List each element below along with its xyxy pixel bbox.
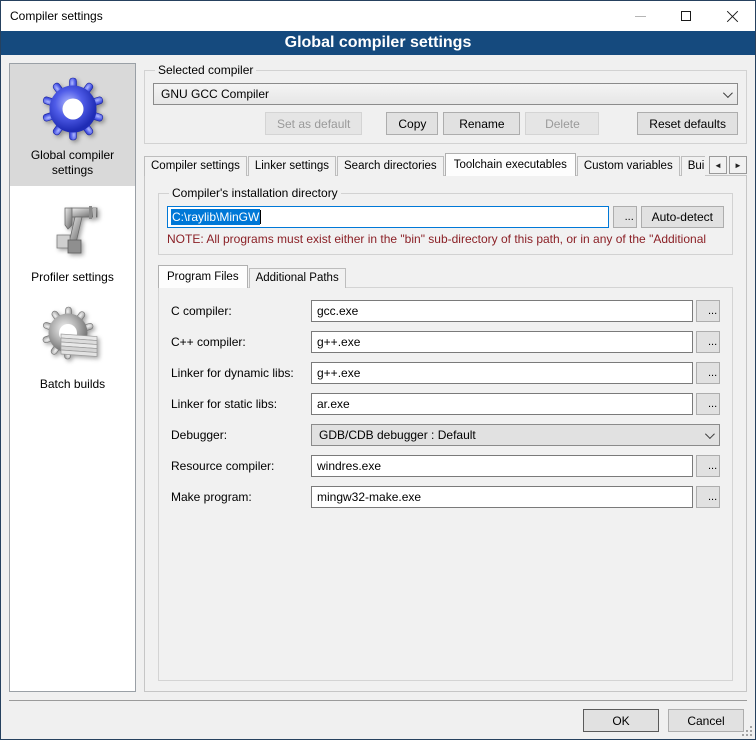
tab-compiler-settings[interactable]: Compiler settings [144, 156, 247, 176]
install-dir-input[interactable]: C:\raylib\MinGW [167, 206, 609, 228]
auto-detect-button[interactable]: Auto-detect [641, 206, 724, 228]
caliper-icon [41, 199, 105, 263]
field-label: C++ compiler: [171, 335, 311, 349]
sidebar-item-profiler-settings[interactable]: Profiler settings [10, 186, 135, 293]
sidebar-item-global-compiler-settings[interactable]: Global compiler settings [10, 64, 135, 186]
ok-button[interactable]: OK [583, 709, 659, 732]
page-title: Global compiler settings [1, 31, 755, 55]
compiler-settings-dialog: Compiler settings Global compiler settin… [0, 0, 756, 740]
c-compiler-input[interactable] [311, 300, 693, 322]
text-caret [260, 210, 261, 224]
settings-tabstrip: Compiler settings Linker settings Search… [144, 152, 747, 176]
footer: OK Cancel [1, 701, 755, 740]
program-files-page: C compiler: ... C++ compiler: ... Linker… [158, 287, 733, 681]
minimize-icon [635, 16, 646, 17]
sidebar-item-label: Profiler settings [15, 270, 130, 285]
install-dir-legend: Compiler's installation directory [169, 186, 341, 200]
form-row-cpp-compiler: C++ compiler: ... [171, 331, 720, 353]
debugger-select[interactable]: GDB/CDB debugger : Default [311, 424, 720, 446]
form-row-static-linker: Linker for static libs: ... [171, 393, 720, 415]
field-label: C compiler: [171, 304, 311, 318]
tab-scroll-left-button[interactable]: ◄ [709, 156, 727, 174]
cancel-button[interactable]: Cancel [668, 709, 744, 732]
set-as-default-button[interactable]: Set as default [265, 112, 362, 135]
settings-sidebar: Global compiler settings [9, 63, 136, 692]
tab-additional-paths[interactable]: Additional Paths [249, 268, 346, 288]
gray-gear-stack-icon [41, 306, 105, 370]
form-row-make-program: Make program: ... [171, 486, 720, 508]
window-controls [617, 1, 755, 31]
resize-grip[interactable] [750, 734, 752, 736]
install-dir-row: C:\raylib\MinGW ... Auto-detect [167, 206, 724, 228]
delete-button[interactable]: Delete [525, 112, 599, 135]
tab-scroll-right-button[interactable]: ► [729, 156, 747, 174]
form-row-debugger: Debugger: GDB/CDB debugger : Default [171, 424, 720, 446]
field-label: Linker for static libs: [171, 397, 311, 411]
window-title: Compiler settings [1, 9, 103, 23]
static-linker-input[interactable] [311, 393, 693, 415]
maximize-icon [681, 11, 691, 21]
close-icon [726, 10, 739, 23]
selected-compiler-group: Selected compiler GNU GCC Compiler Set a… [144, 63, 747, 144]
install-dir-note: NOTE: All programs must exist either in … [167, 232, 724, 246]
compiler-select-value: GNU GCC Compiler [161, 87, 269, 101]
chevron-down-icon [705, 429, 715, 439]
cpp-compiler-browse-button[interactable]: ... [696, 331, 720, 353]
make-program-browse-button[interactable]: ... [696, 486, 720, 508]
tab-program-files[interactable]: Program Files [158, 265, 248, 288]
tabs-scroll-area: Compiler settings Linker settings Search… [144, 152, 705, 176]
reset-defaults-button[interactable]: Reset defaults [637, 112, 738, 135]
cpp-compiler-input[interactable] [311, 331, 693, 353]
sidebar-item-batch-builds[interactable]: Batch builds [10, 293, 135, 400]
dialog-content: Global compiler settings [1, 55, 755, 700]
tab-search-directories[interactable]: Search directories [337, 156, 444, 176]
field-label: Make program: [171, 490, 311, 504]
minimize-button[interactable] [617, 1, 663, 31]
form-row-c-compiler: C compiler: ... [171, 300, 720, 322]
field-label: Linker for dynamic libs: [171, 366, 311, 380]
toolchain-executables-page: Compiler's installation directory C:\ray… [144, 175, 747, 692]
tab-custom-variables[interactable]: Custom variables [577, 156, 680, 176]
sidebar-item-label: Global compiler settings [15, 148, 130, 178]
tab-build-options[interactable]: Builc [681, 156, 705, 176]
sidebar-item-label: Batch builds [15, 377, 130, 392]
dynamic-linker-browse-button[interactable]: ... [696, 362, 720, 384]
install-dir-browse-button[interactable]: ... [613, 206, 637, 228]
resource-compiler-browse-button[interactable]: ... [696, 455, 720, 477]
titlebar: Compiler settings [1, 1, 755, 31]
debugger-select-value: GDB/CDB debugger : Default [319, 428, 476, 442]
tab-toolchain-executables[interactable]: Toolchain executables [445, 153, 576, 176]
field-label: Resource compiler: [171, 459, 311, 473]
maximize-button[interactable] [663, 1, 709, 31]
compiler-select[interactable]: GNU GCC Compiler [153, 83, 738, 105]
rename-button[interactable]: Rename [443, 112, 520, 135]
resource-compiler-input[interactable] [311, 455, 693, 477]
dynamic-linker-input[interactable] [311, 362, 693, 384]
selected-compiler-legend: Selected compiler [155, 63, 256, 77]
install-dir-group: Compiler's installation directory C:\ray… [158, 186, 733, 255]
main-panel: Selected compiler GNU GCC Compiler Set a… [144, 63, 747, 692]
copy-button[interactable]: Copy [386, 112, 438, 135]
field-label: Debugger: [171, 428, 311, 442]
make-program-input[interactable] [311, 486, 693, 508]
c-compiler-browse-button[interactable]: ... [696, 300, 720, 322]
form-row-resource-compiler: Resource compiler: ... [171, 455, 720, 477]
program-files-tabstrip: Program Files Additional Paths [158, 265, 733, 288]
form-row-dynamic-linker: Linker for dynamic libs: ... [171, 362, 720, 384]
compiler-buttons-row: Set as default Copy Rename Delete Reset … [153, 112, 738, 135]
tab-scroll-arrows: ◄ ► [709, 156, 747, 174]
static-linker-browse-button[interactable]: ... [696, 393, 720, 415]
install-dir-value: C:\raylib\MinGW [171, 209, 260, 225]
close-button[interactable] [709, 1, 755, 31]
chevron-down-icon [723, 88, 733, 98]
tab-linker-settings[interactable]: Linker settings [248, 156, 336, 176]
blue-gear-icon [41, 77, 105, 141]
